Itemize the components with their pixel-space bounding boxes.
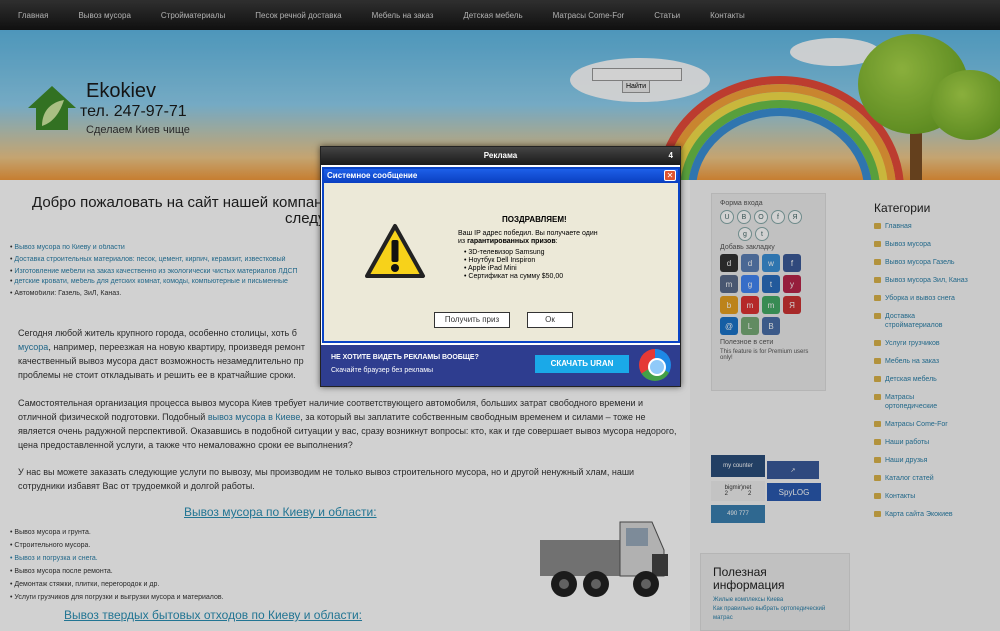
- system-message-dialog: Системное сообщение ✕ ПОЗДРАВЛЯЕМ! Ваш I…: [322, 167, 680, 343]
- prize-item: Ноутбук Dell Inspiron: [464, 257, 563, 265]
- ad-footer-subtext: Скачайте браузер без рекламы: [331, 367, 434, 374]
- close-icon[interactable]: ✕: [664, 170, 676, 181]
- ad-footer-banner[interactable]: НЕ ХОТИТЕ ВИДЕТЬ РЕКЛАМЫ ВООБЩЕ? Скачайт…: [321, 345, 680, 386]
- ad-popup: Реклама 4 Системное сообщение ✕ ПОЗДРАВЛ…: [320, 146, 681, 387]
- prize-item: Сертификат на сумму $50,00: [464, 273, 563, 281]
- ad-countdown: 4: [668, 151, 673, 160]
- dialog-title-bar: Системное сообщение ✕: [324, 169, 678, 183]
- prize-item: Apple iPad Mini: [464, 265, 563, 273]
- download-uran-button[interactable]: СКАЧАТЬ URAN: [535, 355, 629, 373]
- ad-title-bar: Реклама 4: [321, 147, 680, 165]
- prize-item: 3D-телевизор Samsung: [464, 249, 563, 257]
- ok-button[interactable]: Ок: [527, 312, 573, 328]
- prize-message: Ваш IP адрес победил. Вы получаете один …: [458, 230, 598, 245]
- claim-prize-button[interactable]: Получить приз: [434, 312, 510, 328]
- warning-icon: [365, 224, 425, 278]
- browser-logo-icon: [639, 349, 671, 381]
- congrats-heading: ПОЗДРАВЛЯЕМ!: [502, 215, 567, 224]
- prize-list: 3D-телевизор Samsung Ноутбук Dell Inspir…: [464, 249, 563, 281]
- ad-footer-question: НЕ ХОТИТЕ ВИДЕТЬ РЕКЛАМЫ ВООБЩЕ?: [331, 354, 479, 361]
